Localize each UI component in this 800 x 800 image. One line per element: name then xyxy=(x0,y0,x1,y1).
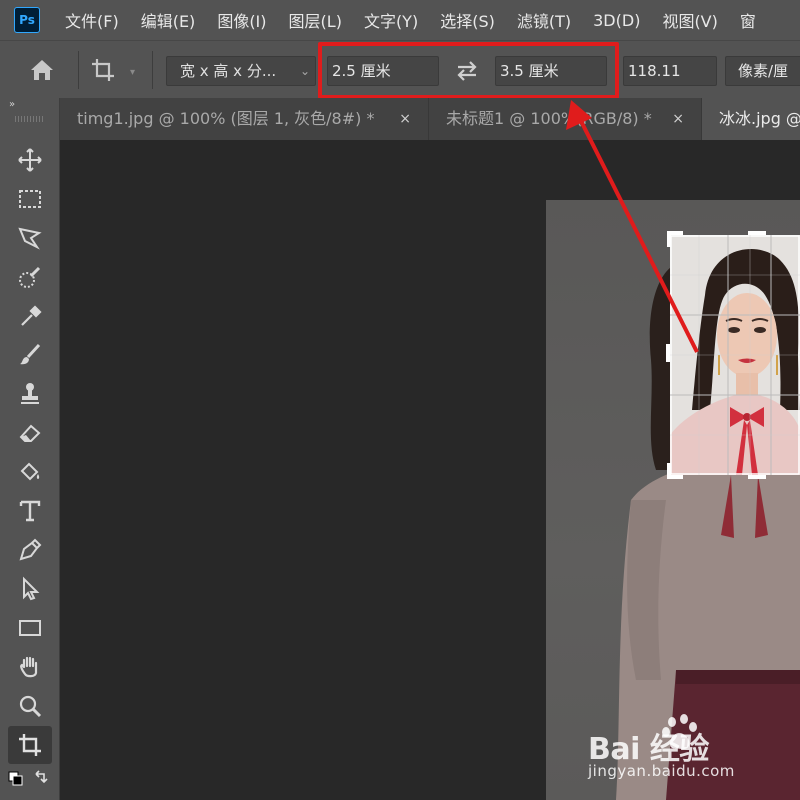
crop-handle-bottom[interactable] xyxy=(748,475,766,479)
crop-grid-overlay[interactable] xyxy=(670,235,800,475)
rectangular-marquee-icon xyxy=(19,190,41,208)
tab-untitled[interactable]: 未标题1 @ 100%(RGB/8) * × xyxy=(429,98,702,140)
lasso-tool[interactable] xyxy=(12,222,48,254)
menu-layer[interactable]: 图层(L) xyxy=(278,8,353,32)
type-tool[interactable] xyxy=(12,495,48,527)
crop-resolution-field[interactable]: 118.11 xyxy=(623,56,717,86)
aspect-ratio-value: 宽 x 高 x 分... xyxy=(180,62,277,80)
crop-preset-dropdown-icon[interactable]: ▾ xyxy=(130,67,135,78)
crop-handle-left[interactable] xyxy=(666,344,670,362)
move-tool[interactable] xyxy=(12,144,48,176)
chevron-down-icon: ⌄ xyxy=(299,64,310,78)
crop-handle-top-left[interactable] xyxy=(667,231,671,247)
menu-3d[interactable]: 3D(D) xyxy=(582,11,651,30)
options-divider xyxy=(78,51,79,89)
hand-tool[interactable] xyxy=(12,651,48,683)
crop-preset-icon[interactable] xyxy=(90,57,118,83)
tab-bingbing[interactable]: 冰冰.jpg @ xyxy=(702,98,800,140)
aspect-ratio-select[interactable]: 宽 x 高 x 分... ⌄ xyxy=(166,56,316,86)
rectangle-icon xyxy=(19,620,41,636)
crop-icon xyxy=(19,734,41,756)
baidu-watermark: Bai 经验 jingyan.baidu.com xyxy=(588,712,800,792)
menu-file[interactable]: 文件(F) xyxy=(54,8,130,32)
eraser-icon xyxy=(19,424,41,442)
photoshop-logo: Ps xyxy=(14,7,40,33)
tab-label: 未标题1 @ 100%(RGB/8) * xyxy=(446,109,652,128)
close-icon[interactable]: × xyxy=(399,98,411,140)
menu-filter[interactable]: 滤镜(T) xyxy=(506,8,582,32)
menu-image[interactable]: 图像(I) xyxy=(206,8,277,32)
eyedropper-icon xyxy=(21,305,42,326)
zoom-tool[interactable] xyxy=(12,690,48,722)
menu-bar: Ps 文件(F) 编辑(E) 图像(I) 图层(L) 文字(Y) 选择(S) 滤… xyxy=(0,0,800,40)
tab-label: 冰冰.jpg @ xyxy=(719,109,800,128)
collapse-panel-icon[interactable]: » xyxy=(9,99,15,110)
pen-tool[interactable] xyxy=(12,534,48,566)
eraser-tool[interactable] xyxy=(12,417,48,449)
polygonal-lasso-icon xyxy=(18,227,42,250)
rectangle-tool[interactable] xyxy=(12,612,48,644)
brush-icon xyxy=(20,343,41,365)
quick-selection-icon xyxy=(19,266,41,288)
clone-stamp-icon xyxy=(21,383,39,404)
hand-icon xyxy=(20,656,38,678)
menu-window[interactable]: 窗 xyxy=(729,8,767,32)
crop-handle-bottom-left[interactable] xyxy=(667,463,671,479)
options-divider xyxy=(152,51,153,89)
stamp-tool[interactable] xyxy=(12,378,48,410)
eyedropper-tool[interactable] xyxy=(12,300,48,332)
type-icon xyxy=(19,500,41,522)
crop-tool[interactable] xyxy=(8,726,52,764)
menu-type[interactable]: 文字(Y) xyxy=(353,8,429,32)
home-icon[interactable] xyxy=(28,57,56,83)
brush-tool[interactable] xyxy=(12,339,48,371)
paint-bucket-icon xyxy=(20,462,40,481)
path-selection-tool[interactable] xyxy=(12,573,48,605)
tab-label: timg1.jpg @ 100% (图层 1, 灰色/8#) * xyxy=(77,109,375,128)
quick-select-tool[interactable] xyxy=(12,261,48,293)
arrow-pointer-icon xyxy=(23,576,40,601)
tab-timg1[interactable]: timg1.jpg @ 100% (图层 1, 灰色/8#) * × xyxy=(60,98,429,140)
panel-grip[interactable] xyxy=(15,116,45,122)
crop-handle-top[interactable] xyxy=(748,231,766,235)
menu-view[interactable]: 视图(V) xyxy=(651,8,728,32)
move-icon xyxy=(18,148,42,172)
document-tabs: timg1.jpg @ 100% (图层 1, 灰色/8#) * × 未标题1 … xyxy=(60,98,800,140)
size-fields-highlight xyxy=(318,42,619,99)
tools-panel: » xyxy=(0,98,60,800)
zoom-icon xyxy=(19,695,42,718)
watermark-url: jingyan.baidu.com xyxy=(588,762,735,780)
close-icon[interactable]: × xyxy=(672,98,684,140)
paint-bucket-tool[interactable] xyxy=(12,456,48,488)
menu-select[interactable]: 选择(S) xyxy=(429,8,506,32)
resolution-unit-select[interactable]: 像素/厘 xyxy=(725,56,800,86)
color-swatch-icons[interactable] xyxy=(8,770,52,792)
marquee-tool[interactable] xyxy=(12,183,48,215)
pen-icon xyxy=(19,538,42,561)
menu-edit[interactable]: 编辑(E) xyxy=(130,8,207,32)
